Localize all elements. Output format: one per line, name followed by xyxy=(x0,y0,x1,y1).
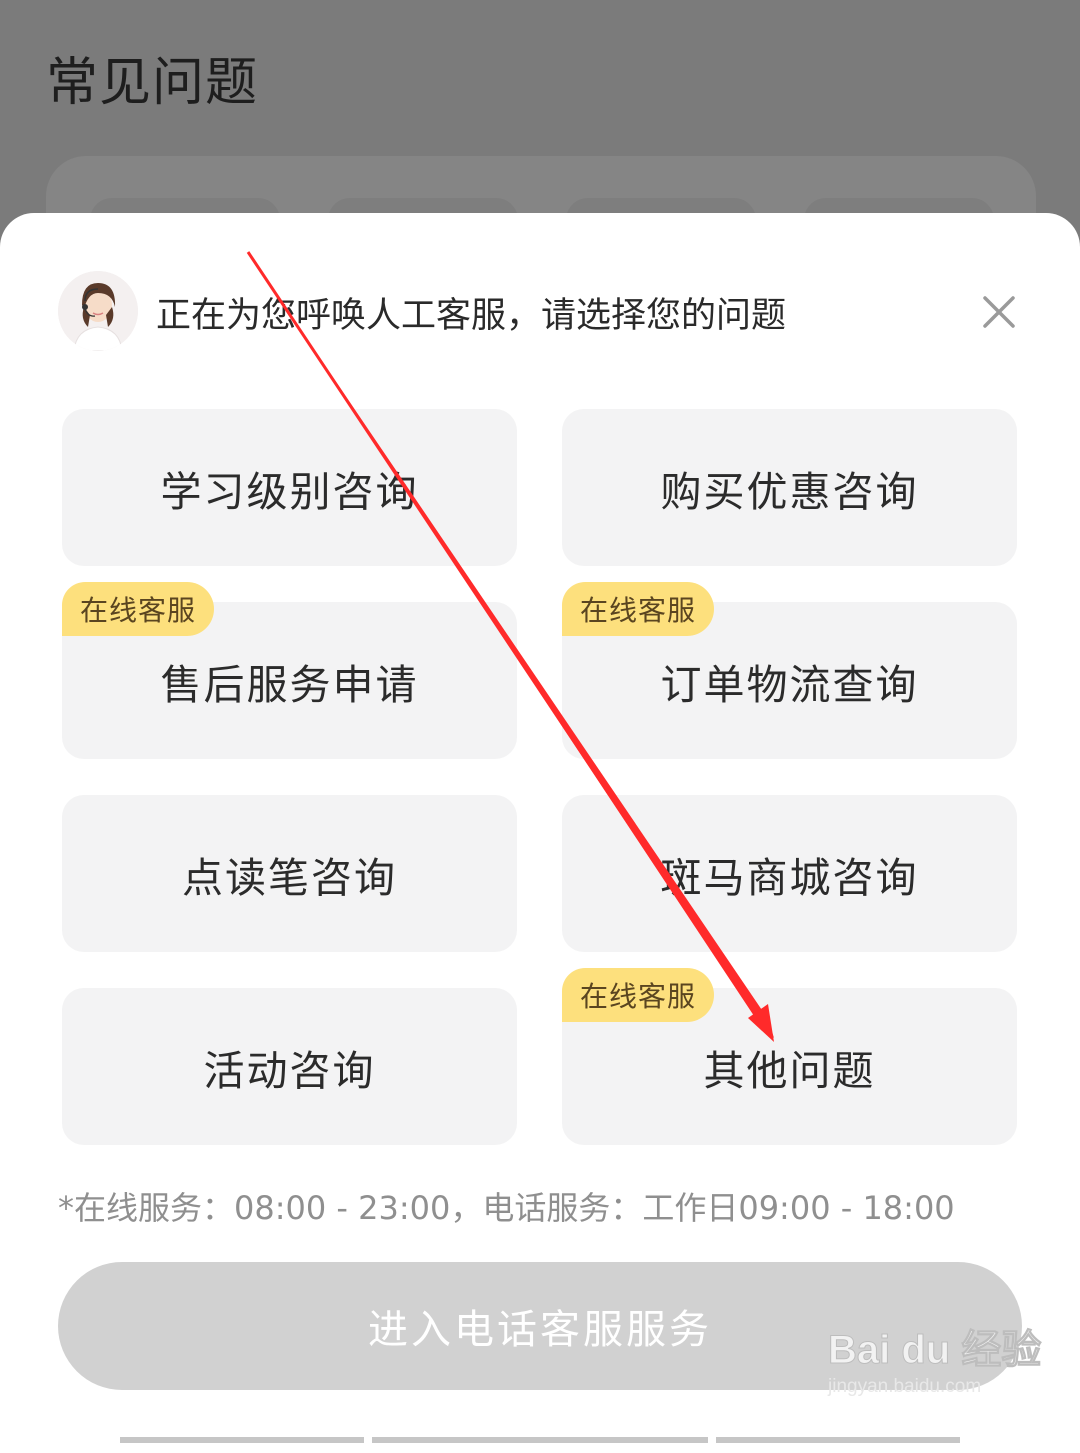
option-learning-level[interactable]: 学习级别咨询 xyxy=(62,409,517,566)
online-service-badge: 在线客服 xyxy=(562,968,715,1022)
option-label: 其他问题 xyxy=(703,1046,876,1095)
option-zebra-mall[interactable]: 斑马商城咨询 xyxy=(562,795,1017,952)
option-activity[interactable]: 活动咨询 xyxy=(62,988,517,1145)
watermark-main-text: Bai du 经验 xyxy=(827,1328,1042,1372)
service-hours-text: *在线服务：08:00 - 23:00，电话服务：工作日09:00 - 18:0… xyxy=(58,1189,955,1227)
option-label: 学习级别咨询 xyxy=(160,467,419,516)
option-purchase-discount[interactable]: 购买优惠咨询 xyxy=(562,409,1017,566)
dialog-header-text: 正在为您呼唤人工客服，请选择您的问题 xyxy=(156,296,787,336)
online-service-badge: 在线客服 xyxy=(62,582,215,636)
bottom-tab-indicator xyxy=(120,1437,364,1443)
close-icon[interactable] xyxy=(975,288,1023,336)
bottom-tab-indicator xyxy=(372,1437,708,1443)
close-button[interactable] xyxy=(975,288,1023,336)
watermark-sub-text: jingyan.baidu.com xyxy=(828,1376,982,1397)
agent-avatar xyxy=(58,271,138,351)
option-label: 购买优惠咨询 xyxy=(660,467,919,516)
agent-avatar-icon xyxy=(58,271,138,351)
option-label: 点读笔咨询 xyxy=(182,853,397,902)
option-reading-pen[interactable]: 点读笔咨询 xyxy=(62,795,517,952)
option-label: 订单物流查询 xyxy=(660,660,919,709)
bottom-tab-indicator xyxy=(716,1437,960,1443)
online-service-badge: 在线客服 xyxy=(562,582,715,636)
page-title: 常见问题 xyxy=(46,53,259,113)
option-label: 斑马商城咨询 xyxy=(660,853,919,902)
option-label: 活动咨询 xyxy=(203,1046,376,1095)
phone-service-button-label: 进入电话客服服务 xyxy=(368,1307,712,1353)
option-label: 售后服务申请 xyxy=(160,660,419,709)
baidu-jingyan-watermark: Bai du 经验 jingyan.baidu.com xyxy=(827,1328,1042,1398)
